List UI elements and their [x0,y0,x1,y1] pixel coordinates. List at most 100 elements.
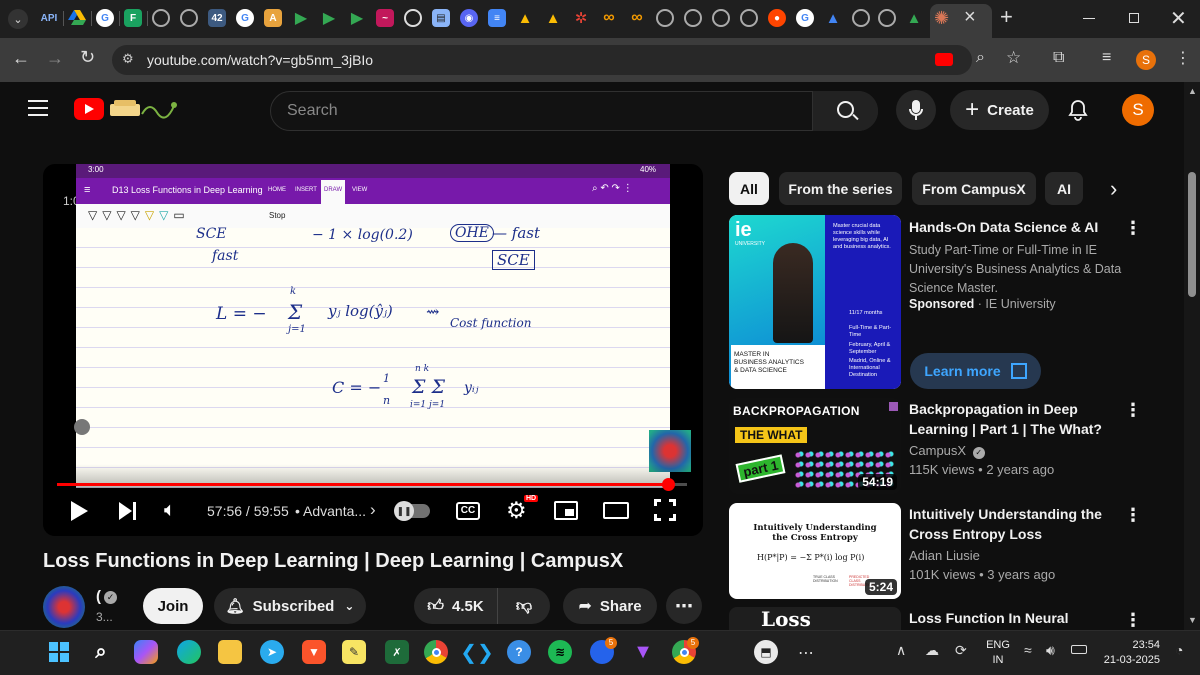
share-button[interactable]: ➦ Share [563,588,657,624]
video-thumbnail-3[interactable]: Loss [729,607,901,630]
brave-icon[interactable]: ▼ [302,640,326,664]
tab-google-icon-2[interactable]: G [236,9,254,27]
chapter-chevron-icon[interactable]: › [370,500,376,520]
tab-chart-icon[interactable]: ~ [376,9,394,27]
theater-mode-icon[interactable] [603,502,629,519]
bookmark-star-icon[interactable]: ☆ [1006,48,1021,68]
chip-all[interactable]: All [729,172,769,205]
close-window-button[interactable]: ✕ [1170,6,1187,31]
telegram-icon[interactable]: ➤ [260,640,284,664]
tray-chevron-icon[interactable]: ∧ [896,642,906,659]
voice-search-button[interactable] [896,90,936,130]
taskbar-search-icon[interactable]: ⌕ [89,640,113,664]
vscode-icon[interactable]: ❮❯ [460,640,494,664]
tab-google-icon[interactable]: G [96,9,114,27]
notifications-center-icon[interactable]: ◔ [1175,642,1183,658]
browser-menu-icon[interactable]: ⋮ [1175,48,1191,68]
spotify-icon[interactable]: ≋ [548,640,572,664]
url-text[interactable]: youtube.com/watch?v=gb5nm_3jBIo [147,52,373,68]
wifi-icon[interactable]: ≈ [1024,642,1032,658]
tab-reddit-icon[interactable]: ● [768,9,786,27]
claude-taskbar-icon[interactable]: ⬒ [754,640,778,664]
battery-icon[interactable] [1071,645,1087,654]
tab-chrome-icon[interactable] [152,9,170,27]
learn-more-button[interactable]: Learn more [910,353,1041,389]
progress-scrubber[interactable] [661,478,675,491]
excel-app-icon[interactable]: ✗ [385,640,409,664]
restore-button[interactable] [1129,13,1139,23]
tab-chrome-icon-5[interactable] [740,9,758,27]
weather-icon[interactable]: ☁ [925,642,939,659]
site-info-icon[interactable]: ⚙ [122,51,134,67]
search-button[interactable] [812,91,878,131]
tab-play-icon-2[interactable]: ▶ [320,9,338,27]
menu-icon[interactable] [28,100,48,116]
fullscreen-icon[interactable] [654,499,676,521]
video-thumbnail-2[interactable]: Intuitively Understanding the Cross Entr… [729,503,901,599]
page-scrollbar[interactable]: ▲ ▼ [1184,82,1200,630]
tab-infinity-icon[interactable]: ∞ [600,9,618,27]
dislike-button[interactable]: 👎︎ [498,588,550,624]
youtube-open-icon[interactable] [935,53,953,66]
taskbar-more-icon[interactable]: ⋯ [798,643,814,663]
tab-photos-icon[interactable]: ✲ [572,9,590,27]
chapter-title[interactable]: Advanta... [303,503,366,519]
ad-thumbnail[interactable]: ie UNIVERSITY MASTER IN BUSINESS ANALYTI… [729,215,901,389]
doodle-icon[interactable] [108,96,178,120]
chips-next-icon[interactable]: › [1110,176,1117,202]
chrome-taskbar-icon[interactable] [424,640,448,664]
channel-avatar[interactable] [43,586,85,628]
tab-chrome-icon-6[interactable] [852,9,870,27]
zoom-icon[interactable]: ⌕ [976,49,985,67]
reading-list-icon[interactable]: ≡ [1102,49,1111,67]
tab-docs-icon[interactable]: ≡ [488,9,506,27]
start-button-icon[interactable] [47,640,71,664]
tab-globe-icon[interactable] [180,9,198,27]
tab-google-icon-3[interactable]: G [796,9,814,27]
back-button[interactable]: ← [12,48,30,69]
youtube-logo[interactable] [74,98,104,120]
video-title-2[interactable]: Intuitively Understanding the Cross Entr… [909,504,1129,544]
ad-title[interactable]: Hands-On Data Science & AI [909,217,1129,237]
tab-drive-icon[interactable] [68,9,86,27]
tab-drive-icon-4[interactable]: ▲ [824,9,842,27]
file-explorer-icon[interactable] [218,640,242,664]
volume-icon[interactable]: 🔈︎ [164,499,176,522]
reload-button[interactable]: ↻ [80,47,95,68]
chip-from-the-series[interactable]: From the series [779,172,902,205]
next-icon[interactable] [119,502,132,520]
tab-api[interactable]: API [38,9,60,27]
tab-drive-icon-2[interactable]: ▲ [516,9,534,27]
tab-chrome-icon-3[interactable] [684,9,702,27]
tab-chrome-icon-4[interactable] [712,9,730,27]
subscribed-button[interactable]: 🔔︎ Subscribed ⌄ [214,588,366,624]
video-title-3[interactable]: Loss Function In Neural [909,608,1129,628]
account-avatar[interactable]: S [1122,94,1154,126]
volume-tray-icon[interactable]: 🔊︎ [1046,642,1055,659]
like-button[interactable]: 👍︎ 4.5K [414,588,498,624]
tab-search-button[interactable]: ⌄ [8,9,28,29]
tab-42[interactable]: 42 [208,9,226,27]
new-tab-button[interactable]: + [1000,4,1013,30]
chip-ai[interactable]: AI [1045,172,1083,205]
tab-app-icon-2[interactable]: A [264,9,282,27]
video-thumbnail-1[interactable]: BACKPROPAGATION THE WHAT part 1 54:19 [729,398,901,494]
language-indicator[interactable]: ENG IN [986,638,1010,668]
channel-name-1[interactable]: CampusX [909,443,966,458]
minimize-button[interactable] [1083,18,1095,19]
vpn-app-icon[interactable]: ▼ [631,640,655,664]
search-input[interactable]: Search [270,91,878,131]
tab-play-icon[interactable]: ▶ [292,9,310,27]
tab-infinity-icon-2[interactable]: ∞ [628,9,646,27]
notifications-bell-icon[interactable] [1068,99,1088,126]
video-kebab-icon-3[interactable]: ⋮ [1124,610,1142,631]
video-player[interactable]: 3:00 40% 1:00 ≡ D13 Loss Functions in De… [43,164,703,536]
profile-avatar[interactable]: S [1136,50,1156,70]
join-button[interactable]: Join [143,588,203,624]
miniplayer-icon[interactable] [554,501,578,520]
forward-button[interactable]: → [46,48,64,69]
channel-name-2[interactable]: Adian Liusie [909,548,980,563]
tab-play-icon-3[interactable]: ▶ [348,9,366,27]
captions-button[interactable]: CC [456,502,480,520]
copilot-icon[interactable] [134,640,158,664]
